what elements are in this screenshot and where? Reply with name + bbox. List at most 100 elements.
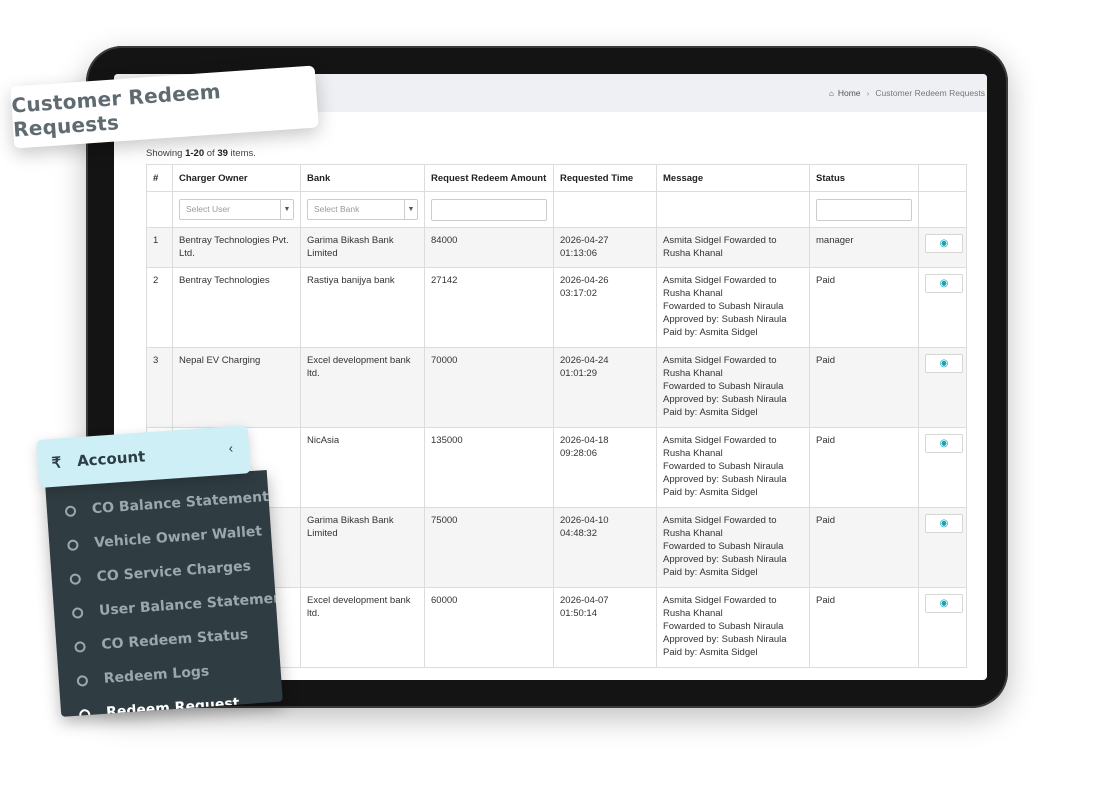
- requested-clock: 04:48:32: [560, 528, 597, 539]
- message-line: Asmita Sidgel Fowarded to: [663, 435, 777, 446]
- account-menu-title: Account: [76, 447, 146, 471]
- status-filter-input[interactable]: [816, 198, 912, 221]
- redeem-amount: 70000: [424, 347, 554, 428]
- message-line: Paid by: Asmita Sidgel: [663, 327, 758, 338]
- status: Paid: [809, 267, 919, 348]
- message-line: Approved by: Subash Niraula: [663, 634, 787, 645]
- header-message[interactable]: Message: [656, 164, 810, 192]
- requested-clock: 03:17:02: [560, 288, 597, 299]
- circle-icon: [71, 606, 84, 619]
- user-select[interactable]: Select User ▼: [179, 199, 294, 220]
- row-number: 3: [146, 347, 173, 428]
- requested-date: 2026-04-07: [560, 595, 609, 606]
- header-number[interactable]: #: [146, 164, 173, 192]
- status: Paid: [809, 587, 919, 668]
- view-button[interactable]: ◉: [925, 234, 963, 253]
- filter-amount-cell: [424, 191, 554, 228]
- requested-date: 2026-04-10: [560, 515, 609, 526]
- view-button[interactable]: ◉: [925, 354, 963, 373]
- header-amount[interactable]: Request Redeem Amount: [424, 164, 554, 192]
- message-line: Paid by: Asmita Sidgel: [663, 567, 758, 578]
- filter-status-cell: [809, 191, 919, 228]
- results-summary: Showing 1-20 of 39 items.: [146, 148, 256, 159]
- header-bank[interactable]: Bank: [300, 164, 425, 192]
- view-button[interactable]: ◉: [925, 434, 963, 453]
- message-line: Fowarded to Subash Niraula: [663, 461, 784, 472]
- table-row: 2 Bentray Technologies Rastiya banijya ban…: [146, 267, 967, 348]
- message-line: Paid by: Asmita Sidgel: [663, 407, 758, 418]
- caret-down-icon[interactable]: ▼: [280, 200, 293, 219]
- caret-down-icon[interactable]: ▼: [404, 200, 417, 219]
- menu-item-label: CO Balance Statement: [91, 488, 270, 518]
- status: Paid: [809, 347, 919, 428]
- message: Asmita Sidgel Fowarded to Rusha Khanal Fow…: [656, 267, 810, 348]
- summary-total: 39: [217, 148, 228, 159]
- menu-item-label: Vehicle Owner Wallet: [93, 523, 263, 552]
- table-row: 1 Bentray Technologies Pvt. Ltd. Garima Bi…: [146, 227, 967, 268]
- row-number: 2: [146, 267, 173, 348]
- header-charger-owner[interactable]: Charger Owner: [172, 164, 301, 192]
- message-line: Approved by: Subash Niraula: [663, 474, 787, 485]
- breadcrumb-separator: ›: [866, 88, 870, 98]
- bank-name: Garima Bikash Bank Limited: [300, 507, 425, 588]
- requested-clock: 01:13:06: [560, 248, 597, 259]
- redeem-amount: 135000: [424, 427, 554, 508]
- circle-icon: [76, 674, 89, 687]
- chevron-left-icon[interactable]: ‹: [228, 440, 233, 455]
- actions-cell: ◉: [918, 427, 967, 508]
- message-line: Approved by: Subash Niraula: [663, 394, 787, 405]
- requested-date: 2026-04-18: [560, 435, 609, 446]
- eye-icon: ◉: [939, 278, 949, 289]
- filter-actions-cell: [918, 191, 967, 228]
- summary-range: 1-20: [185, 148, 205, 159]
- requested-clock: 01:50:14: [560, 608, 597, 619]
- message-line: Rusha Khanal: [663, 368, 723, 379]
- account-menu: ₹ Account ‹ CO Balance Statement Vehicle …: [36, 424, 283, 717]
- message-line: Approved by: Subash Niraula: [663, 554, 787, 565]
- actions-cell: ◉: [918, 227, 967, 268]
- circle-icon: [64, 504, 77, 517]
- table-row: 3 Nepal EV Charging Excel development bank…: [146, 347, 967, 428]
- requested-time: 2026-04-27 01:13:06: [553, 227, 657, 268]
- requested-time: 2026-04-18 09:28:06: [553, 427, 657, 508]
- summary-suffix: items.: [227, 148, 256, 159]
- circle-icon: [67, 538, 79, 551]
- message-line: Asmita Sidgel Fowarded to: [663, 515, 777, 526]
- filter-message-cell: [656, 191, 810, 228]
- redeem-amount: 84000: [424, 227, 554, 268]
- requested-time: 2026-04-10 04:48:32: [553, 507, 657, 588]
- actions-cell: ◉: [918, 347, 967, 428]
- amount-filter-input[interactable]: [431, 198, 547, 221]
- requested-date: 2026-04-27: [560, 235, 609, 246]
- bank-name: NicAsia: [300, 427, 425, 508]
- bank-select[interactable]: Select Bank ▼: [307, 199, 418, 220]
- filter-time-cell: [553, 191, 657, 228]
- actions-cell: ◉: [918, 587, 967, 668]
- filter-bank-cell: Select Bank ▼: [300, 191, 425, 228]
- row-number: 1: [146, 227, 173, 268]
- menu-item-label: User Balance Statement: [98, 589, 283, 619]
- header-actions: [918, 164, 967, 192]
- filter-owner-cell: Select User ▼: [172, 191, 301, 228]
- message-line: Rusha Khanal: [663, 448, 723, 459]
- header-status[interactable]: Status: [809, 164, 919, 192]
- message: Asmita Sidgel Fowarded to Rusha Khanal Fow…: [656, 587, 810, 668]
- message-line: Fowarded to Subash Niraula: [663, 381, 784, 392]
- breadcrumb-home[interactable]: Home: [838, 88, 861, 98]
- message: Asmita Sidgel Fowarded to Rusha Khanal Fow…: [656, 347, 810, 428]
- actions-cell: ◉: [918, 507, 967, 588]
- header-requested-time[interactable]: Requested Time: [553, 164, 657, 192]
- status: Paid: [809, 507, 919, 588]
- message-line: Fowarded to Subash Niraula: [663, 301, 784, 312]
- message-line: Rusha Khanal: [663, 288, 723, 299]
- eye-icon: ◉: [939, 358, 949, 369]
- view-button[interactable]: ◉: [925, 594, 963, 613]
- requested-clock: 09:28:06: [560, 448, 597, 459]
- account-submenu: CO Balance Statement Vehicle Owner Wallet…: [45, 469, 283, 717]
- requested-time: 2026-04-26 03:17:02: [553, 267, 657, 348]
- view-button[interactable]: ◉: [925, 274, 963, 293]
- view-button[interactable]: ◉: [925, 514, 963, 533]
- table-row: NicAsia 135000 2026-04-18 09:28:06 Asmita Si…: [146, 427, 967, 508]
- eye-icon: ◉: [939, 238, 949, 249]
- actions-cell: ◉: [918, 267, 967, 348]
